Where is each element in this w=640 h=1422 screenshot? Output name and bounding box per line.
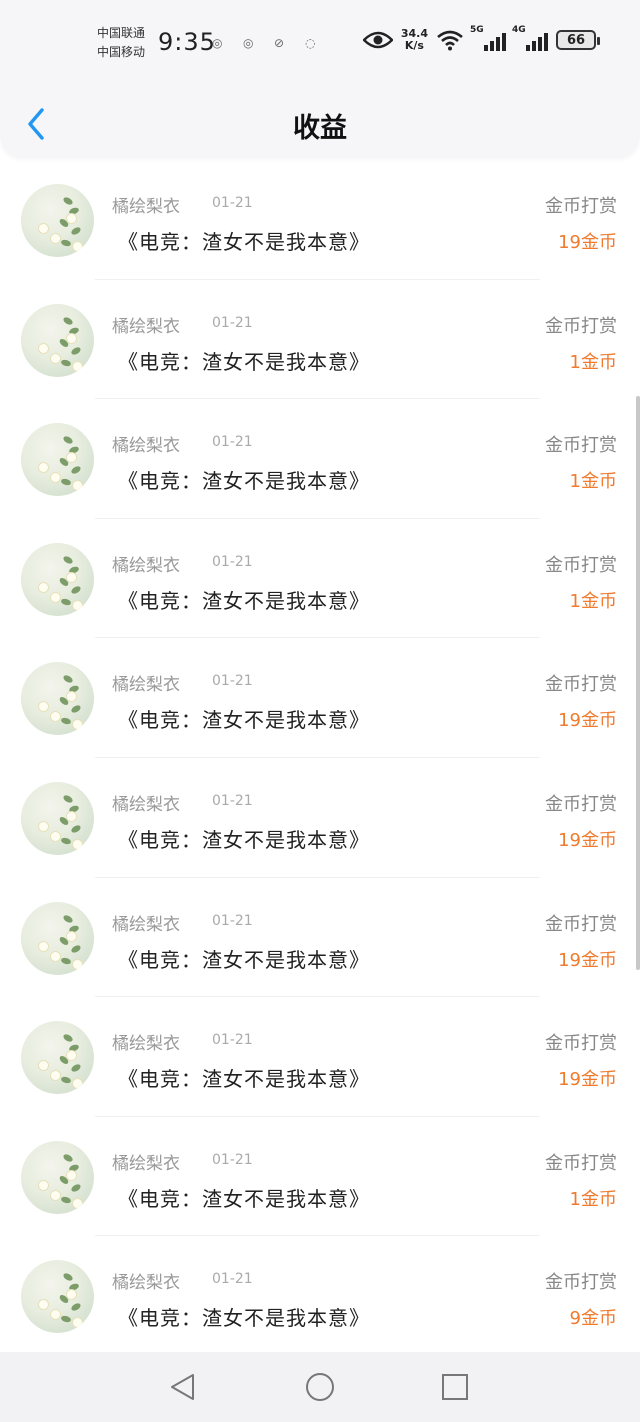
avatar xyxy=(21,184,94,257)
book-title: 《电竞：渣女不是我本意》 xyxy=(118,1186,370,1211)
date: 01-21 xyxy=(212,1032,253,1049)
reward-type: 金币打赏 xyxy=(545,913,617,935)
system-nav-bar xyxy=(0,1352,640,1422)
reward-type: 金币打赏 xyxy=(545,554,617,576)
carrier-1: 中国联通 xyxy=(97,26,146,40)
clock: 9:35 xyxy=(158,28,216,56)
reward-type: 金币打赏 xyxy=(545,1033,617,1055)
date: 01-21 xyxy=(212,434,253,451)
avatar xyxy=(21,781,94,855)
date: 01-21 xyxy=(212,314,253,331)
user-name: 橘绘梨衣 xyxy=(112,316,180,337)
date: 01-21 xyxy=(212,1151,253,1168)
user-name: 橘绘梨衣 xyxy=(112,914,180,935)
notification-icon: ⊘ xyxy=(274,36,285,50)
reward-amount: 1金币 xyxy=(569,351,617,373)
notification-icon: ◎ xyxy=(243,36,254,50)
carrier-2: 中国移动 xyxy=(97,45,146,59)
list-item[interactable]: 橘绘梨衣 01-21 《电竞：渣女不是我本意》 金币打赏 19金币 xyxy=(0,758,640,878)
date: 01-21 xyxy=(212,1271,253,1288)
reward-type: 金币打赏 xyxy=(545,315,617,337)
avatar xyxy=(21,303,94,377)
reward-type: 金币打赏 xyxy=(545,196,617,217)
date: 01-21 xyxy=(212,792,253,809)
signal-5g-icon: 5G xyxy=(470,25,506,51)
avatar xyxy=(21,1140,94,1214)
user-name: 橘绘梨衣 xyxy=(112,794,180,815)
date: 01-21 xyxy=(212,553,253,570)
reward-amount: 19金币 xyxy=(558,829,617,851)
list-item[interactable]: 橘绘梨衣 01-21 《电竞：渣女不是我本意》 金币打赏 9金币 xyxy=(0,1236,640,1356)
reward-amount: 19金币 xyxy=(558,710,617,732)
battery-icon: 66 xyxy=(556,30,600,50)
reward-type: 金币打赏 xyxy=(545,674,617,696)
earnings-list: 橘绘梨衣 01-21 《电竞：渣女不是我本意》 金币打赏 19金币 橘绘梨衣 0… xyxy=(0,160,640,1356)
reward-amount: 19金币 xyxy=(558,1069,617,1091)
date: 01-21 xyxy=(212,912,253,929)
avatar xyxy=(21,1260,94,1334)
top-bar: 中国联通 中国移动 9:35 ◎ ◎ ⊘ ◌ 34.4 K/s 5G 4G 66… xyxy=(0,0,640,158)
triangle-back-icon[interactable] xyxy=(166,1370,200,1404)
reward-amount: 1金币 xyxy=(569,471,617,493)
network-speed: 34.4 K/s xyxy=(401,28,428,52)
scrollbar[interactable] xyxy=(636,396,640,970)
user-name: 橘绘梨衣 xyxy=(112,1034,180,1055)
reward-amount: 19金币 xyxy=(558,232,617,253)
reward-type: 金币打赏 xyxy=(545,793,617,815)
square-recents-icon[interactable] xyxy=(438,1370,472,1404)
user-name: 橘绘梨衣 xyxy=(112,555,180,576)
list-item[interactable]: 橘绘梨衣 01-21 《电竞：渣女不是我本意》 金币打赏 1金币 xyxy=(0,280,640,400)
status-icons: 34.4 K/s 5G 4G 66 xyxy=(362,25,600,52)
avatar xyxy=(21,423,94,497)
wifi-icon xyxy=(437,30,463,51)
circle-home-icon[interactable] xyxy=(303,1370,337,1404)
reward-amount: 1金币 xyxy=(569,590,617,612)
carrier-names: 中国联通 中国移动 xyxy=(97,24,145,62)
date: 01-21 xyxy=(212,195,253,211)
book-title: 《电竞：渣女不是我本意》 xyxy=(118,827,370,852)
signal-5g-label: 5G xyxy=(470,25,484,35)
date: 01-21 xyxy=(212,673,253,690)
book-title: 《电竞：渣女不是我本意》 xyxy=(118,230,370,254)
avatar xyxy=(21,542,94,616)
reward-type: 金币打赏 xyxy=(545,435,617,457)
user-name: 橘绘梨衣 xyxy=(112,1153,180,1174)
book-title: 《电竞：渣女不是我本意》 xyxy=(118,1306,370,1331)
reward-amount: 9金币 xyxy=(569,1308,617,1330)
book-title: 《电竞：渣女不是我本意》 xyxy=(118,349,370,374)
book-title: 《电竞：渣女不是我本意》 xyxy=(118,708,370,733)
book-title: 《电竞：渣女不是我本意》 xyxy=(118,588,370,613)
list-item[interactable]: 橘绘梨衣 01-21 《电竞：渣女不是我本意》 金币打赏 1金币 xyxy=(0,1117,640,1237)
user-name: 橘绘梨衣 xyxy=(112,675,180,696)
signal-4g-label: 4G xyxy=(512,25,526,35)
list-item[interactable]: 橘绘梨衣 01-21 《电竞：渣女不是我本意》 金币打赏 19金币 xyxy=(0,160,640,280)
signal-4g-icon: 4G xyxy=(512,25,548,51)
book-title: 《电竞：渣女不是我本意》 xyxy=(118,1067,370,1092)
reward-amount: 19金币 xyxy=(558,949,617,971)
reward-amount: 1金币 xyxy=(569,1188,617,1210)
battery-level: 66 xyxy=(566,32,586,48)
eye-icon xyxy=(362,31,393,49)
reward-type: 金币打赏 xyxy=(545,1152,617,1174)
book-title: 《电竞：渣女不是我本意》 xyxy=(118,947,370,972)
list-item[interactable]: 橘绘梨衣 01-21 《电竞：渣女不是我本意》 金币打赏 19金币 xyxy=(0,638,640,758)
reward-type: 金币打赏 xyxy=(545,1272,617,1294)
page-title: 收益 xyxy=(293,113,347,144)
book-title: 《电竞：渣女不是我本意》 xyxy=(118,469,370,494)
list-item[interactable]: 橘绘梨衣 01-21 《电竞：渣女不是我本意》 金币打赏 1金币 xyxy=(0,519,640,639)
user-name: 橘绘梨衣 xyxy=(112,197,180,217)
notification-icon: ◎ xyxy=(212,36,223,50)
user-name: 橘绘梨衣 xyxy=(112,1273,180,1294)
list-item[interactable]: 橘绘梨衣 01-21 《电竞：渣女不是我本意》 金币打赏 1金币 xyxy=(0,399,640,519)
list-item[interactable]: 橘绘梨衣 01-21 《电竞：渣女不是我本意》 金币打赏 19金币 xyxy=(0,878,640,998)
notification-icon: ◌ xyxy=(305,36,316,50)
user-name: 橘绘梨衣 xyxy=(112,436,180,457)
avatar xyxy=(21,1021,94,1095)
avatar xyxy=(21,662,94,736)
list-item[interactable]: 橘绘梨衣 01-21 《电竞：渣女不是我本意》 金币打赏 19金币 xyxy=(0,997,640,1117)
avatar xyxy=(21,901,94,975)
network-speed-unit: K/s xyxy=(404,39,424,52)
